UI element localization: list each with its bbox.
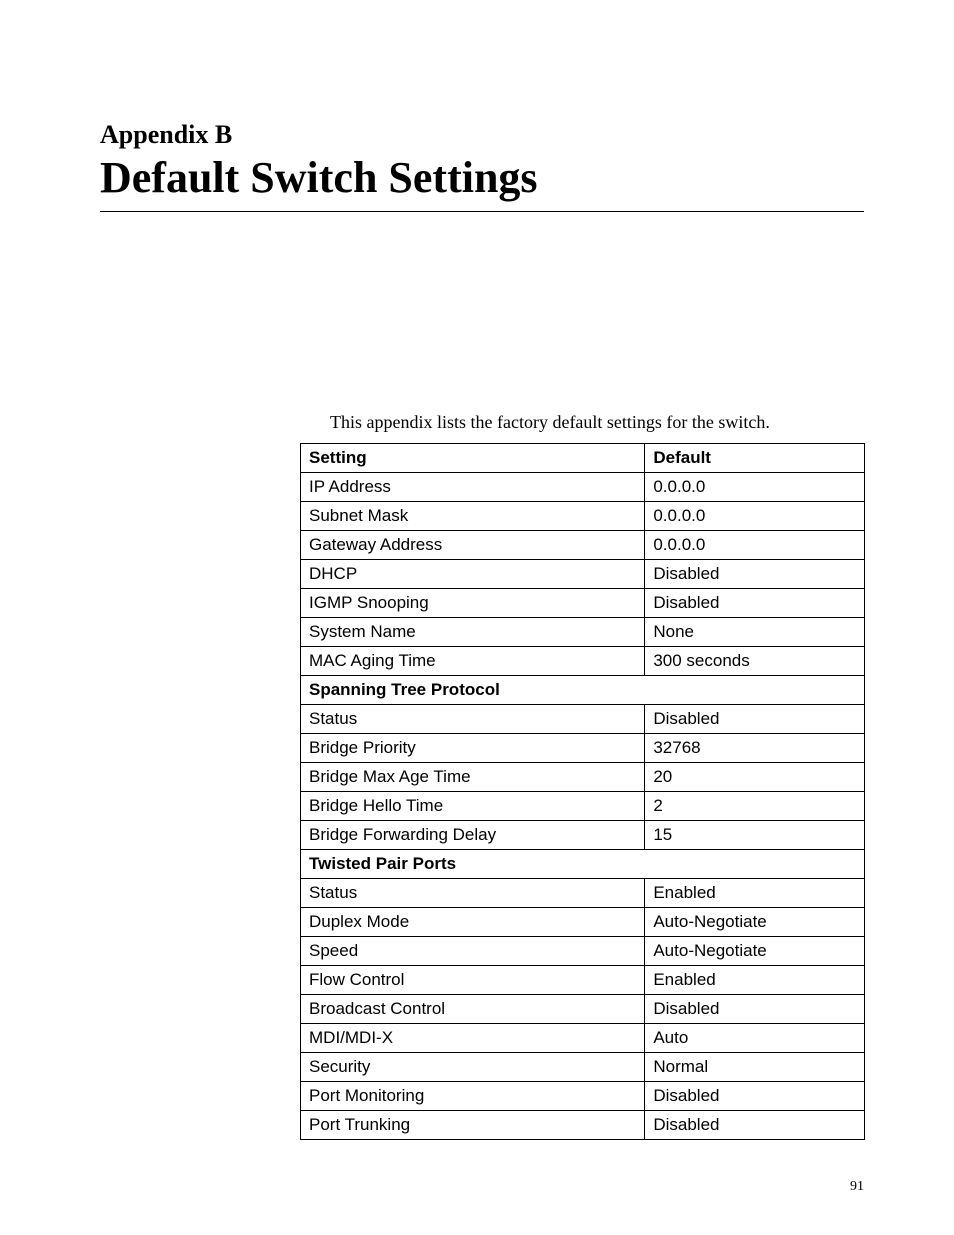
table-row: Subnet Mask0.0.0.0 [301,502,865,531]
default-cell: Disabled [645,1111,865,1140]
page-number: 91 [850,1179,864,1195]
section-header-cell: Spanning Tree Protocol [301,676,865,705]
default-cell: Normal [645,1053,865,1082]
table-row: IP Address0.0.0.0 [301,473,865,502]
table-body: IP Address0.0.0.0Subnet Mask0.0.0.0Gatew… [301,473,865,1140]
header-default: Default [645,444,865,473]
default-cell: 0.0.0.0 [645,473,865,502]
table-row: Duplex ModeAuto-Negotiate [301,908,865,937]
setting-cell: Duplex Mode [301,908,645,937]
setting-cell: Subnet Mask [301,502,645,531]
default-cell: Disabled [645,705,865,734]
setting-cell: Status [301,879,645,908]
table-row: Flow ControlEnabled [301,966,865,995]
setting-cell: Broadcast Control [301,995,645,1024]
table-row: Port TrunkingDisabled [301,1111,865,1140]
section-header-cell: Twisted Pair Ports [301,850,865,879]
setting-cell: Bridge Priority [301,734,645,763]
setting-cell: Port Monitoring [301,1082,645,1111]
setting-cell: System Name [301,618,645,647]
default-cell: Disabled [645,589,865,618]
table-row: SpeedAuto-Negotiate [301,937,865,966]
default-cell: 2 [645,792,865,821]
table-row: Bridge Priority32768 [301,734,865,763]
default-cell: 20 [645,763,865,792]
default-cell: None [645,618,865,647]
intro-text: This appendix lists the factory default … [330,412,864,433]
default-cell: Disabled [645,1082,865,1111]
default-cell: Auto-Negotiate [645,937,865,966]
default-cell: 32768 [645,734,865,763]
table-row: MDI/MDI-XAuto [301,1024,865,1053]
page-title: Default Switch Settings [100,152,864,212]
default-cell: 0.0.0.0 [645,502,865,531]
table-row: IGMP SnoopingDisabled [301,589,865,618]
setting-cell: MAC Aging Time [301,647,645,676]
table-row: SecurityNormal [301,1053,865,1082]
table-row: MAC Aging Time300 seconds [301,647,865,676]
setting-cell: DHCP [301,560,645,589]
table-row: Spanning Tree Protocol [301,676,865,705]
default-cell: Disabled [645,995,865,1024]
default-cell: 0.0.0.0 [645,531,865,560]
table-row: StatusDisabled [301,705,865,734]
table-header-row: Setting Default [301,444,865,473]
settings-table: Setting Default IP Address0.0.0.0Subnet … [300,443,865,1140]
table-row: Broadcast ControlDisabled [301,995,865,1024]
default-cell: Enabled [645,879,865,908]
setting-cell: IP Address [301,473,645,502]
table-row: DHCPDisabled [301,560,865,589]
default-cell: 15 [645,821,865,850]
table-row: StatusEnabled [301,879,865,908]
setting-cell: Bridge Hello Time [301,792,645,821]
table-row: Port MonitoringDisabled [301,1082,865,1111]
default-cell: Auto-Negotiate [645,908,865,937]
table-row: System NameNone [301,618,865,647]
table-row: Bridge Forwarding Delay15 [301,821,865,850]
appendix-label: Appendix B [100,120,864,150]
setting-cell: Flow Control [301,966,645,995]
default-cell: Enabled [645,966,865,995]
setting-cell: Security [301,1053,645,1082]
default-cell: Auto [645,1024,865,1053]
setting-cell: Status [301,705,645,734]
table-row: Bridge Max Age Time20 [301,763,865,792]
setting-cell: Bridge Max Age Time [301,763,645,792]
setting-cell: Bridge Forwarding Delay [301,821,645,850]
setting-cell: Gateway Address [301,531,645,560]
default-cell: 300 seconds [645,647,865,676]
setting-cell: Port Trunking [301,1111,645,1140]
table-row: Bridge Hello Time2 [301,792,865,821]
setting-cell: MDI/MDI-X [301,1024,645,1053]
header-setting: Setting [301,444,645,473]
setting-cell: IGMP Snooping [301,589,645,618]
setting-cell: Speed [301,937,645,966]
default-cell: Disabled [645,560,865,589]
table-row: Gateway Address0.0.0.0 [301,531,865,560]
table-row: Twisted Pair Ports [301,850,865,879]
